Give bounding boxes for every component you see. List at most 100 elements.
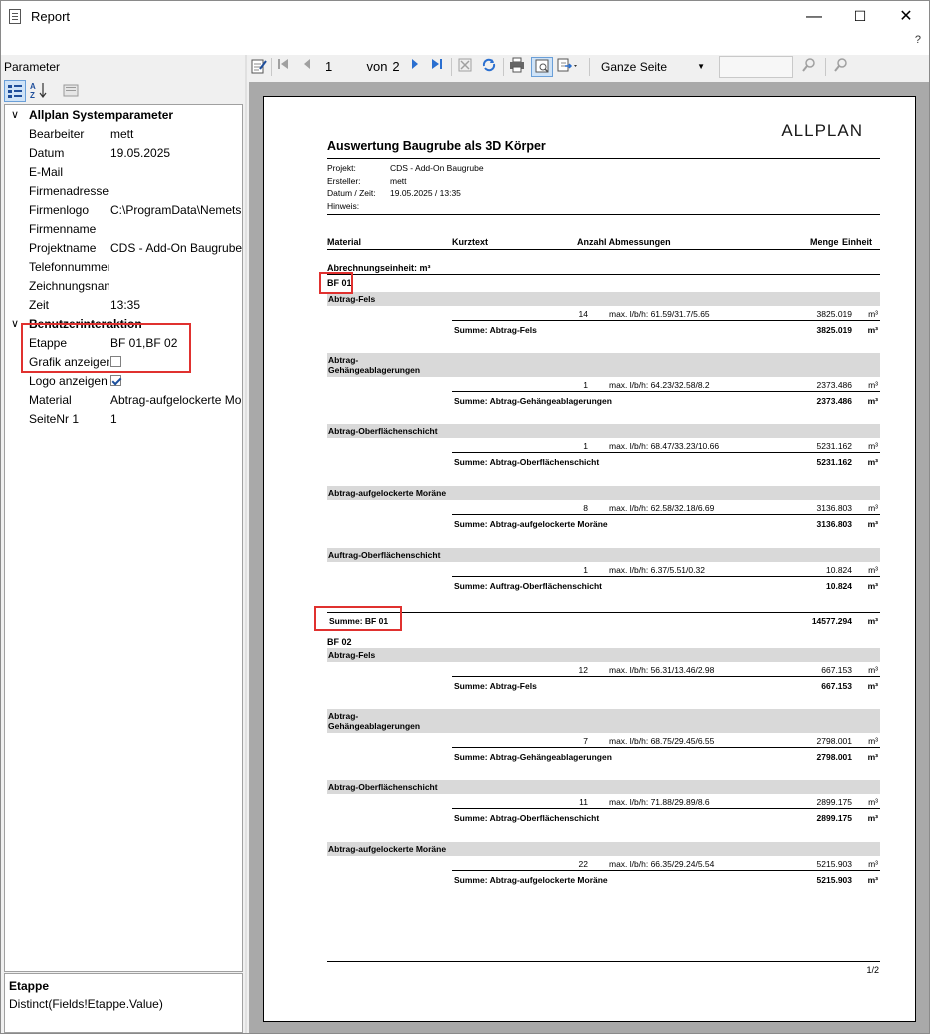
detail-unit: m³ xyxy=(868,503,878,513)
property-row[interactable]: Logo anzeigen xyxy=(5,372,242,391)
sum-unit: m³ xyxy=(867,681,878,691)
sum-row: Summe: Abtrag-aufgelockerte Moräne 3136.8… xyxy=(452,517,880,531)
property-value[interactable]: CDS - Add-On Baugrube xyxy=(110,241,242,255)
header-rule xyxy=(327,249,880,250)
find-button[interactable] xyxy=(799,57,819,77)
property-row[interactable]: SeiteNr 1 1 xyxy=(5,410,242,429)
minimize-button[interactable]: — xyxy=(791,1,837,32)
sum-quantity: 3825.019 xyxy=(816,325,852,335)
sort-alphabetical-button[interactable]: A Z xyxy=(28,80,50,102)
category-0[interactable]: ∨ Allplan Systemparameter xyxy=(5,106,242,125)
stage-total-unit: m³ xyxy=(867,616,878,626)
detail-count: 12 xyxy=(578,665,588,675)
detail-dimensions: max. l/b/h: 62.58/32.18/6.69 xyxy=(609,503,715,513)
search-input[interactable] xyxy=(719,56,793,78)
detail-count: 1 xyxy=(583,380,588,390)
print-button[interactable] xyxy=(507,57,527,77)
checkbox-icon[interactable] xyxy=(110,375,121,386)
chevron-down-icon[interactable]: ∨ xyxy=(11,317,19,330)
sum-unit: m³ xyxy=(867,457,878,467)
column-kurztext: Kurztext xyxy=(452,237,489,247)
property-row[interactable]: Datum 19.05.2025 xyxy=(5,144,242,163)
next-page-button[interactable] xyxy=(405,57,425,77)
property-row[interactable]: E-Mail xyxy=(5,163,242,182)
allplan-logo: ALLPLAN xyxy=(781,121,863,140)
find-next-button[interactable] xyxy=(831,57,851,77)
column-einheit: Einheit xyxy=(842,237,873,247)
toolbar-separator xyxy=(503,58,504,76)
property-value[interactable]: 1 xyxy=(110,412,242,426)
page-number: 1/2 xyxy=(866,965,879,975)
sum-unit: m³ xyxy=(867,396,878,406)
svg-text:Z: Z xyxy=(30,91,35,99)
chevron-down-icon[interactable]: ∨ xyxy=(11,108,19,121)
refresh-button[interactable] xyxy=(479,57,499,77)
property-key: Material xyxy=(29,393,72,407)
sum-quantity: 2373.486 xyxy=(816,396,852,406)
print-layout-button[interactable] xyxy=(531,57,553,77)
last-page-button[interactable] xyxy=(427,57,447,77)
categorized-view-button[interactable] xyxy=(4,80,26,102)
property-row[interactable]: Firmenlogo C:\ProgramData\Nemets xyxy=(5,201,242,220)
category-title: Allplan Systemparameter xyxy=(29,108,174,122)
detail-quantity: 5215.903 xyxy=(816,859,852,869)
maximize-button[interactable]: ☐ xyxy=(837,1,883,32)
material-band: Abtrag-Fels xyxy=(327,292,880,306)
property-row[interactable]: Zeichnungsname xyxy=(5,277,242,296)
edit-parameters-button[interactable] xyxy=(249,57,269,77)
property-row[interactable]: Zeit 13:35 xyxy=(5,296,242,315)
sum-label: Summe: Abtrag-Fels xyxy=(454,325,537,335)
export-button[interactable] xyxy=(555,57,581,77)
property-grid: ∨ Allplan Systemparameter Bearbeiter mett Da… xyxy=(4,104,243,972)
parameter-panel: Parameter A Z ∨ Allplan Systemparameter … xyxy=(1,55,245,1033)
detail-row: 14 max. l/b/h: 61.59/31.7/5.65 3825.019 m³ xyxy=(452,307,880,321)
property-value[interactable]: 19.05.2025 xyxy=(110,146,242,160)
property-row[interactable]: Bearbeiter mett xyxy=(5,125,242,144)
sum-unit: m³ xyxy=(867,813,878,823)
detail-dimensions: max. l/b/h: 68.75/29.45/6.55 xyxy=(609,736,715,746)
property-pages-button[interactable] xyxy=(60,80,82,102)
property-value[interactable]: 13:35 xyxy=(110,298,242,312)
detail-count: 22 xyxy=(578,859,588,869)
property-row[interactable]: Material Abtrag-aufgelockerte Moräne xyxy=(5,391,242,410)
column-material: Material xyxy=(327,237,362,247)
detail-row: 1 max. l/b/h: 6.37/5.51/0.32 10.824 m³ xyxy=(452,563,880,577)
sum-unit: m³ xyxy=(867,519,878,529)
sum-quantity: 3136.803 xyxy=(816,519,852,529)
sum-label: Summe: Auftrag-Oberflächenschicht xyxy=(454,581,602,591)
detail-unit: m³ xyxy=(868,565,878,575)
detail-count: 7 xyxy=(583,736,588,746)
property-value[interactable]: mett xyxy=(110,127,242,141)
previous-page-button[interactable] xyxy=(297,57,317,77)
detail-unit: m³ xyxy=(868,441,878,451)
page-area[interactable]: ALLPLAN Auswertung Baugrube als 3D Körpe… xyxy=(249,82,929,1033)
property-checkbox[interactable] xyxy=(110,374,242,388)
property-row[interactable]: Firmenname xyxy=(5,220,242,239)
detail-unit: m³ xyxy=(868,380,878,390)
stop-rendering-button[interactable] xyxy=(455,57,475,77)
help-button[interactable]: ? xyxy=(915,34,921,46)
detail-unit: m³ xyxy=(868,309,878,319)
sum-label: Summe: Abtrag-Gehängeablagerungen xyxy=(454,396,612,406)
first-page-button[interactable] xyxy=(273,57,293,77)
detail-row: 1 max. l/b/h: 64.23/32.58/8.2 2373.486 m³ xyxy=(452,378,880,392)
material-band: Abtrag-Fels xyxy=(327,648,880,662)
sum-label: Summe: Abtrag-aufgelockerte Moräne xyxy=(454,875,608,885)
property-value[interactable]: C:\ProgramData\Nemets xyxy=(110,203,242,217)
property-row[interactable]: Telefonnummer xyxy=(5,258,242,277)
sum-quantity: 10.824 xyxy=(826,581,852,591)
sum-row: Summe: Abtrag-Fels 667.153 m³ xyxy=(452,679,880,693)
property-key: Zeichnungsname xyxy=(29,279,109,293)
property-value[interactable]: Abtrag-aufgelockerte Moräne xyxy=(110,393,242,407)
current-page-field[interactable]: 1 xyxy=(319,57,343,77)
property-row[interactable]: Firmenadresse xyxy=(5,182,242,201)
property-row[interactable]: Projektname CDS - Add-On Baugrube xyxy=(5,239,242,258)
previous-page-icon xyxy=(304,59,310,69)
detail-row: 22 max. l/b/h: 66.35/29.24/5.54 5215.903 m³ xyxy=(452,857,880,871)
zoom-select-value: Ganze Seite xyxy=(601,60,668,74)
property-key: Projektname xyxy=(29,241,97,255)
close-button[interactable]: ✕ xyxy=(883,1,929,32)
sum-unit: m³ xyxy=(867,581,878,591)
zoom-select[interactable]: Ganze Seite ▼ xyxy=(601,57,707,77)
material-band: Abtrag-aufgelockerte Moräne xyxy=(327,842,880,856)
